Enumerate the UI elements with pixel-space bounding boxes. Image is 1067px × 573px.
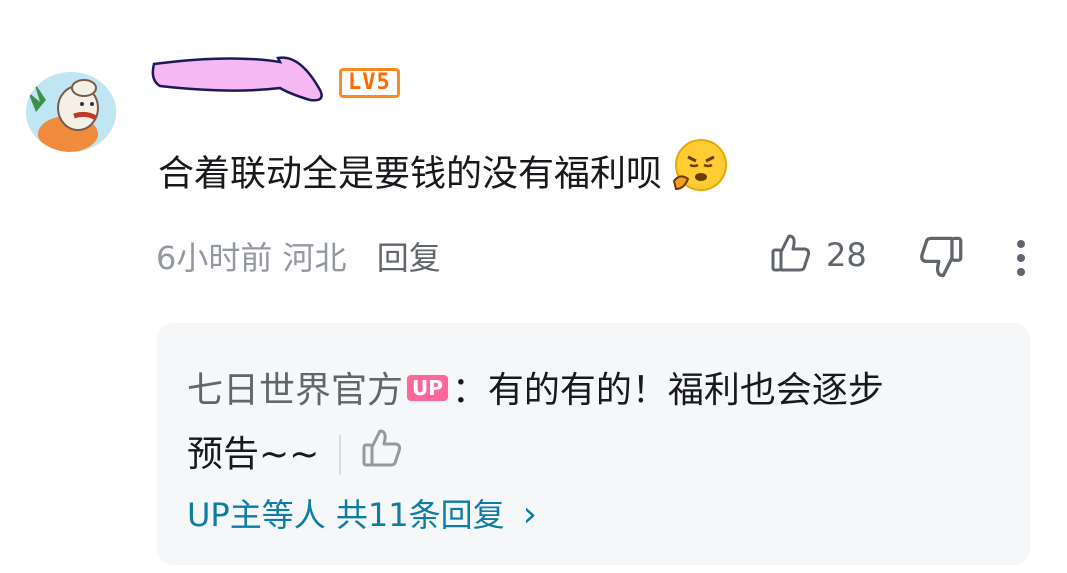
comment-location: 河北 <box>282 239 347 277</box>
comment-meta: 6小时前 河北 回复 <box>156 236 441 280</box>
up-badge: UP <box>407 375 448 401</box>
sneeze-emoji-icon <box>670 137 728 208</box>
comment-text-body: 合着联动全是要钱的没有福利呗 <box>158 153 663 195</box>
chevron-right-icon: › <box>522 494 538 535</box>
dislike-button[interactable] <box>918 234 964 284</box>
comment-time: 6小时前 <box>156 239 273 277</box>
divider <box>339 434 342 475</box>
avatar[interactable] <box>26 72 116 152</box>
view-all-replies-link[interactable]: UP主等人 共11条回复 › <box>187 493 537 537</box>
level-badge: LV5 <box>339 68 400 98</box>
reply-author[interactable]: 七日世界官方 <box>187 370 403 411</box>
like-count: 28 <box>826 236 867 274</box>
reply-text-continued: 预告~~ <box>187 433 320 475</box>
thumbs-down-icon <box>918 236 964 284</box>
reply-line: 七日世界官方 UP ：有的有的！福利也会逐步 <box>187 367 884 415</box>
like-button[interactable]: 28 <box>770 232 867 278</box>
reply-line-continued: 预告~~ <box>187 427 403 482</box>
comment-text: 合着联动全是要钱的没有福利呗 <box>158 137 728 211</box>
more-options-icon[interactable] <box>1010 238 1034 278</box>
reply-text: ：有的有的！福利也会逐步 <box>451 370 884 411</box>
view-all-replies-label: UP主等人 共11条回复 <box>187 496 505 534</box>
reply-thumbs-up-icon[interactable] <box>361 427 403 482</box>
reply-preview[interactable]: 七日世界官方 UP ：有的有的！福利也会逐步 预告~~ UP主等人 共11条回复 › <box>157 323 1030 565</box>
reply-button[interactable]: 回复 <box>377 239 441 277</box>
thumbs-up-icon <box>770 232 812 278</box>
username-redacted[interactable] <box>150 50 335 114</box>
